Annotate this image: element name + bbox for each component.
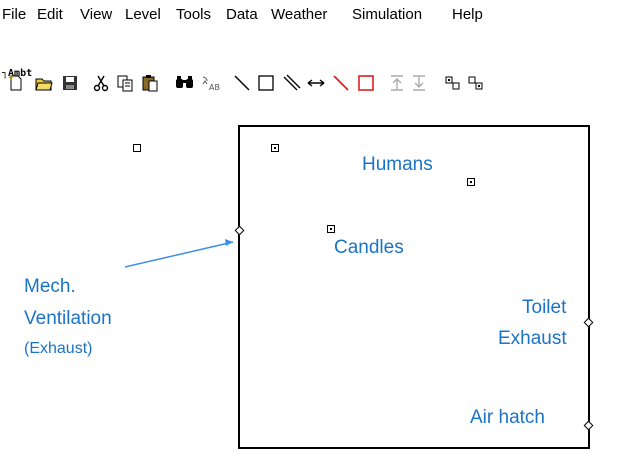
menu-file[interactable]: File xyxy=(2,6,26,23)
menu-help[interactable]: Help xyxy=(452,6,483,23)
ambient-node[interactable] xyxy=(133,144,141,152)
annotation-arrow-head xyxy=(225,239,233,246)
menu-simulation[interactable]: Simulation xyxy=(352,6,422,23)
menu-data[interactable]: Data xyxy=(226,6,258,23)
mech-ventilation-label-line3: (Exhaust) xyxy=(24,340,93,357)
zone-node[interactable] xyxy=(271,144,279,152)
toilet-exhaust-label-line2: Exhaust xyxy=(498,328,567,349)
menu-weather[interactable]: Weather xyxy=(271,6,327,23)
ambient-level-label: ┐Ambt xyxy=(2,68,33,79)
sketchpad-drawing xyxy=(124,125,590,449)
menu-tools[interactable]: Tools xyxy=(176,6,211,23)
toilet-exhaust-label-line1: Toilet xyxy=(522,297,567,318)
menu-edit[interactable]: Edit xyxy=(37,6,63,23)
sketchpad-canvas[interactable]: Humans Candles Mech. Ventilation (Exhaus… xyxy=(0,84,617,452)
mech-ventilation-label-line1: Mech. xyxy=(24,276,76,297)
humans-label: Humans xyxy=(362,154,433,175)
menu-view[interactable]: View xyxy=(80,6,112,23)
menu-level[interactable]: Level xyxy=(125,6,161,23)
humans-source-node[interactable] xyxy=(467,178,475,186)
candles-label: Candles xyxy=(334,237,404,258)
candles-source-node[interactable] xyxy=(327,225,335,233)
toolbar: AB xyxy=(0,34,617,92)
menu-bar: File Edit View Level Tools Data Weather … xyxy=(0,0,617,34)
mech-ventilation-label-line2: Ventilation xyxy=(24,308,112,329)
annotation-arrow-line xyxy=(124,241,234,268)
air-hatch-label: Air hatch xyxy=(470,407,545,428)
